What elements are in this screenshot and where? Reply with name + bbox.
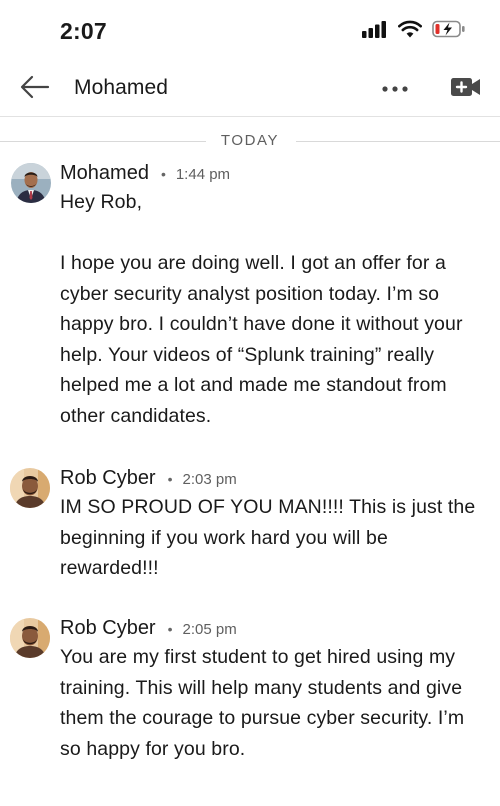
conversation-title: Mohamed bbox=[74, 76, 169, 99]
arrow-left-icon bbox=[20, 75, 50, 104]
signal-icon bbox=[362, 20, 388, 43]
avatar[interactable] bbox=[10, 618, 50, 658]
status-icons bbox=[362, 20, 466, 43]
message-body: IM SO PROUD OF YOU MAN!!!! This is just … bbox=[60, 492, 485, 584]
message-time: 2:05 pm bbox=[182, 621, 237, 638]
message-paragraph: Hey Rob, bbox=[60, 191, 143, 213]
message-paragraph: You are my first student to get hired us… bbox=[60, 646, 465, 760]
message-header: Rob Cyber • 2:05 pm bbox=[60, 617, 237, 640]
conversation-header: Mohamed bbox=[0, 62, 500, 117]
separator-dot: • bbox=[167, 471, 173, 487]
avatar[interactable] bbox=[10, 468, 50, 508]
back-button[interactable] bbox=[18, 74, 52, 104]
sender-name[interactable]: Mohamed bbox=[60, 162, 149, 185]
message-body: Hey Rob, I hope you are doing well. I go… bbox=[60, 187, 485, 431]
more-options-button[interactable] bbox=[378, 76, 412, 102]
separator-dot: • bbox=[167, 621, 173, 637]
message-body: You are my first student to get hired us… bbox=[60, 642, 485, 764]
message-time: 1:44 pm bbox=[175, 166, 231, 183]
message-time: 2:03 pm bbox=[182, 471, 237, 488]
message-header: Rob Cyber • 2:03 pm bbox=[60, 467, 237, 490]
video-call-button[interactable] bbox=[448, 76, 484, 102]
status-time: 2:07 bbox=[60, 18, 107, 44]
sender-name[interactable]: Rob Cyber bbox=[60, 467, 156, 490]
divider-line-right bbox=[296, 141, 500, 142]
more-horizontal-icon bbox=[381, 80, 409, 98]
message-paragraph: I hope you are doing well. I got an offe… bbox=[60, 252, 463, 427]
sender-name[interactable]: Rob Cyber bbox=[60, 617, 156, 640]
day-divider: TODAY bbox=[0, 130, 500, 152]
status-bar: 2:07 bbox=[0, 0, 500, 62]
wifi-icon bbox=[398, 20, 422, 43]
message-paragraph: IM SO PROUD OF YOU MAN!!!! This is just … bbox=[60, 496, 476, 579]
avatar[interactable] bbox=[11, 163, 51, 203]
video-plus-icon bbox=[450, 76, 482, 103]
battery-charging-icon bbox=[432, 20, 466, 43]
separator-dot: • bbox=[160, 166, 166, 182]
message-header: Mohamed • 1:44 pm bbox=[60, 162, 230, 185]
